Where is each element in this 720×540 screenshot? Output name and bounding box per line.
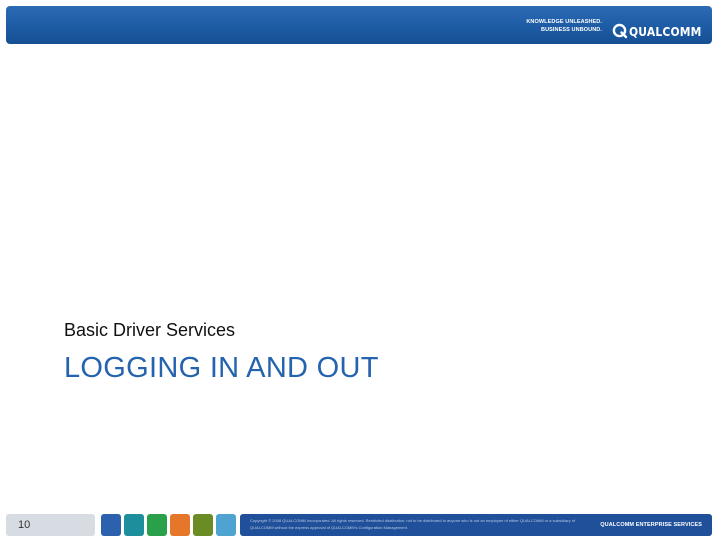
color-swatch-3 [147, 514, 167, 536]
color-swatch-1 [101, 514, 121, 536]
footer-bar: Copyright © 2008 QUALCOMM Incorporated. … [240, 514, 712, 536]
footer-brand: QUALCOMM ENTERPRISE SERVICES [600, 522, 702, 528]
page-number-box: 10 [6, 514, 95, 536]
footer: 10 Copyright © 2008 QUALCOMM Incorporate… [6, 514, 712, 536]
logo-text: QUALCOMM [629, 23, 702, 39]
color-swatch-2 [124, 514, 144, 536]
header-tagline: KNOWLEDGE UNLEASHED. BUSINESS UNBOUND. [514, 18, 602, 34]
header-bar: KNOWLEDGE UNLEASHED. BUSINESS UNBOUND. Q… [6, 6, 712, 44]
slide-subtitle: Basic Driver Services [64, 320, 236, 340]
footer-disclaimer: Copyright © 2008 QUALCOMM Incorporated. … [250, 518, 576, 530]
color-swatch-6 [216, 514, 236, 536]
tagline-line-2: BUSINESS UNBOUND. [541, 27, 602, 33]
qualcomm-logo: QUALCOMM [612, 21, 713, 41]
slide-title: LOGGING IN AND OUT [64, 352, 379, 384]
page-number: 10 [18, 519, 31, 531]
color-swatch-5 [193, 514, 213, 536]
tagline-line-1: KNOWLEDGE UNLEASHED. [526, 19, 602, 25]
color-swatch-4 [170, 514, 190, 536]
logo-icon [612, 23, 628, 39]
